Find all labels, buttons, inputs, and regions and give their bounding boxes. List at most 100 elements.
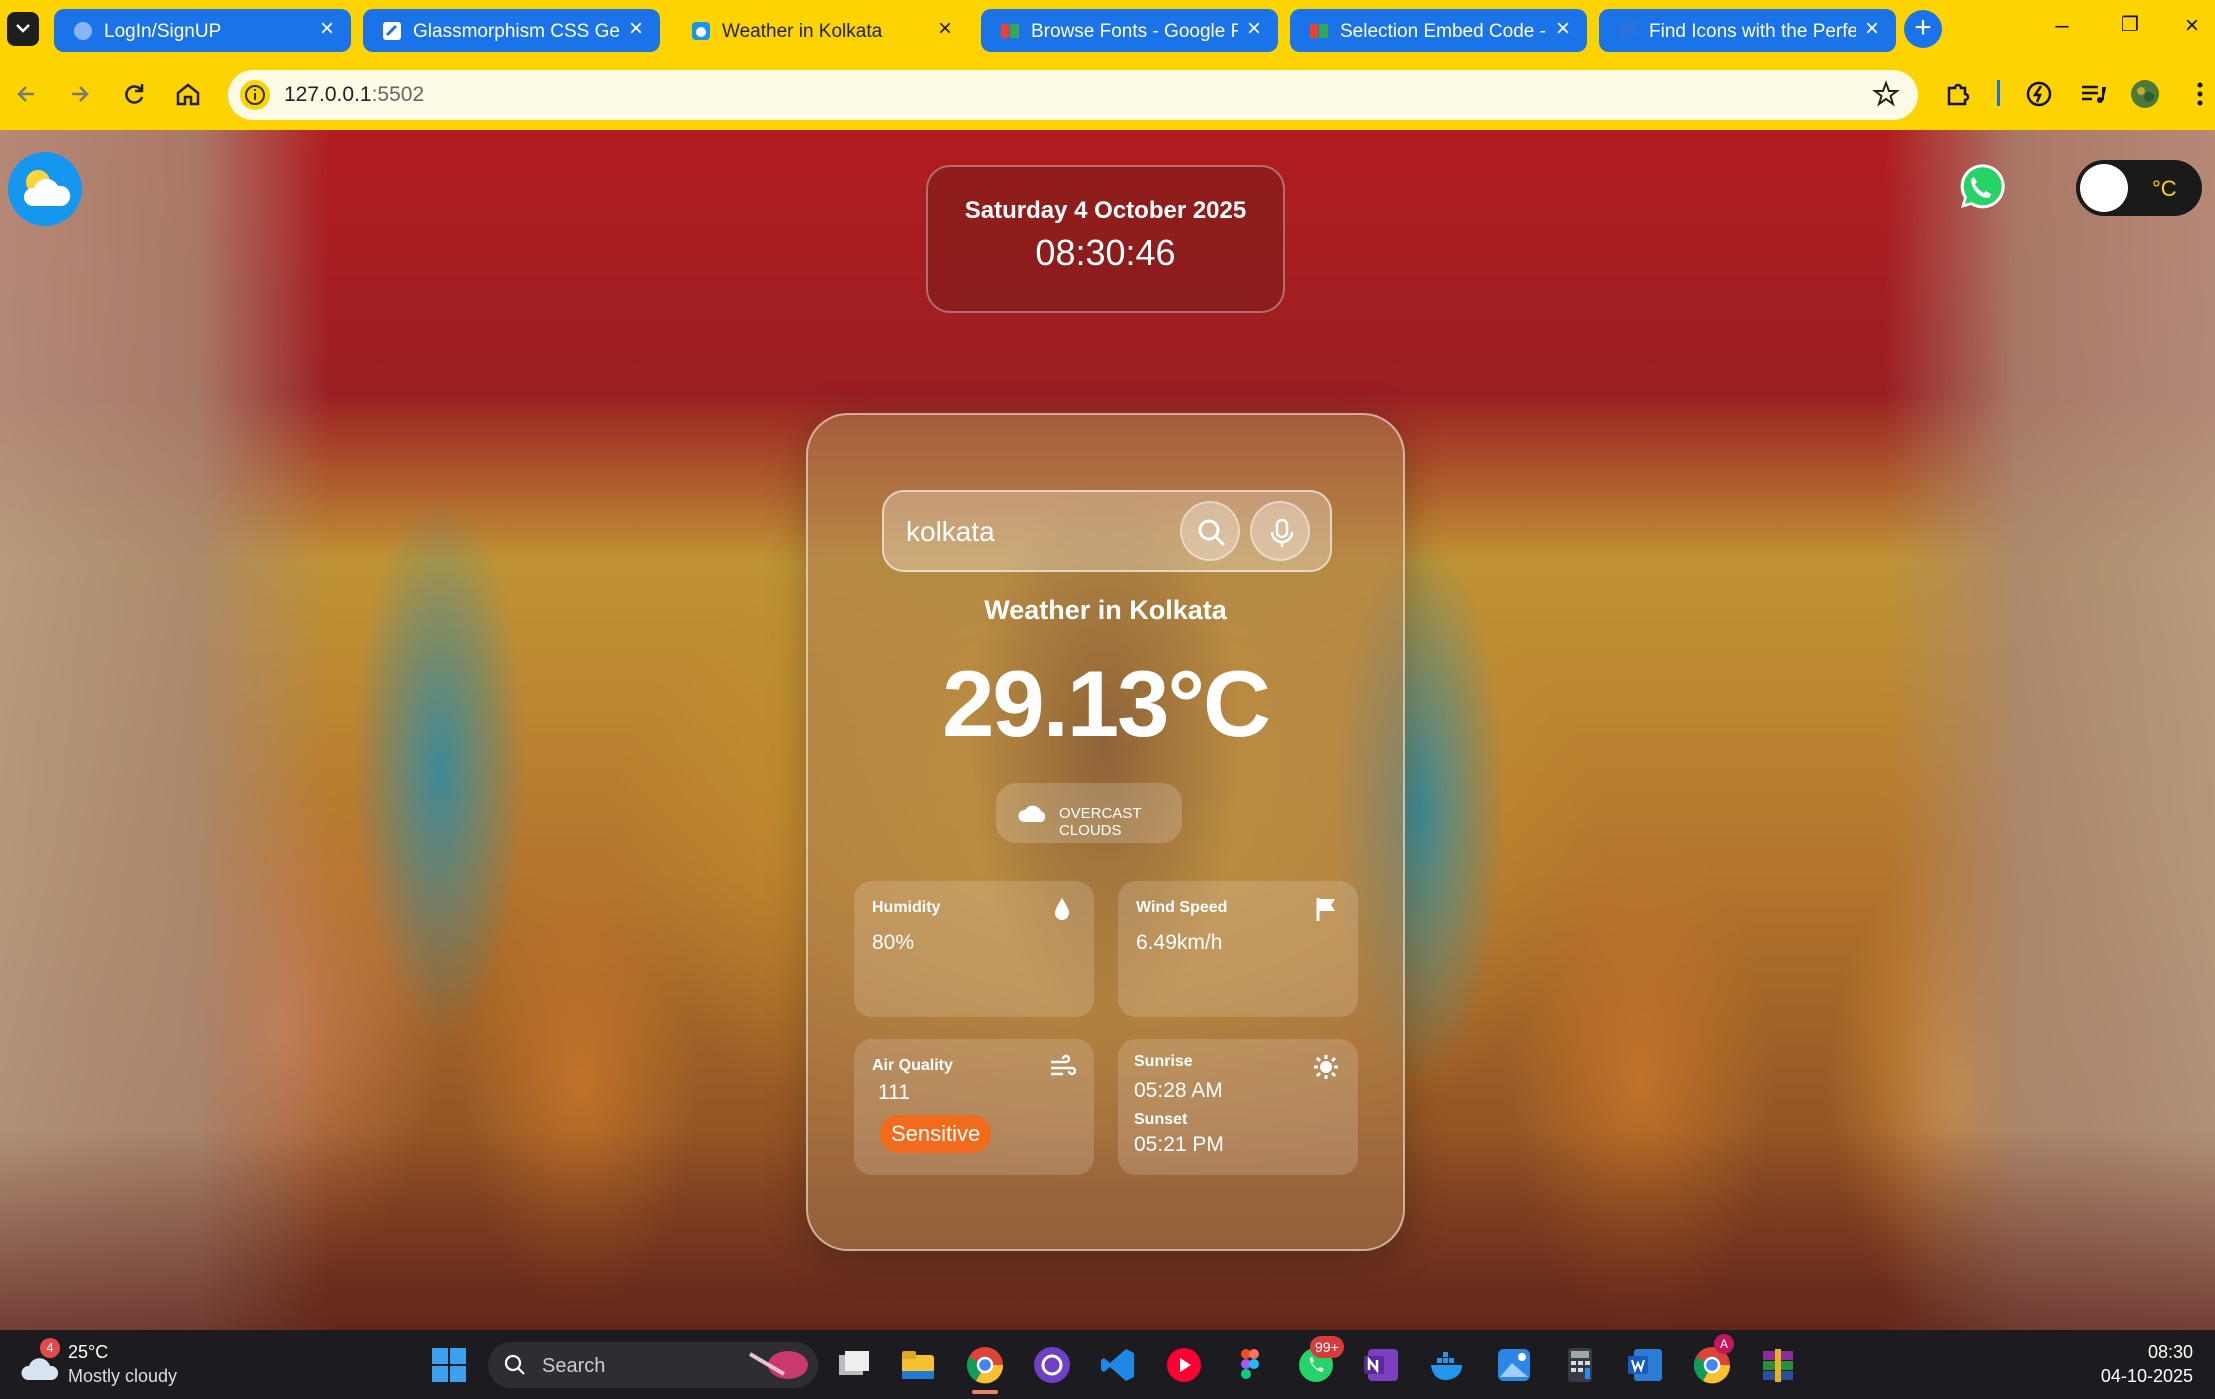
url-host: 127.0.0.1 [284,83,372,106]
onenote-icon[interactable] [1362,1345,1402,1385]
tab-embed-code[interactable]: Selection Embed Code - Google Fonts × [1290,9,1587,52]
new-tab-button[interactable]: + [1904,10,1942,48]
temperature-value: 29.13°C [942,651,1271,756]
forward-arrow-icon[interactable] [62,76,98,112]
search-icon [1198,519,1226,547]
back-arrow-icon[interactable] [10,76,46,112]
globe-icon [74,22,92,40]
windows-taskbar: 4 25°C Mostly cloudy Search 99+ A 08:30 … [0,1330,2215,1399]
close-icon[interactable]: × [626,17,646,41]
tab-find-icons[interactable]: Find Icons with the Perfect Look × [1599,9,1896,52]
voice-search-button[interactable] [1250,501,1310,561]
sun-icon [1314,1055,1338,1079]
profile-avatar[interactable] [2130,79,2160,109]
close-icon[interactable]: × [1553,17,1573,41]
sunset-value: 05:21 PM [1134,1133,1224,1156]
weather-notification-badge: 4 [40,1338,60,1358]
humidity-value: 80% [872,931,915,954]
chevron-down-icon [16,24,30,33]
tab-search-button[interactable] [7,12,39,46]
tab-glassmorphism[interactable]: Glassmorphism CSS Generator × [363,9,660,52]
close-icon[interactable]: × [317,17,337,41]
vscode-icon[interactable] [1098,1345,1138,1385]
close-window-button[interactable]: × [2172,12,2212,44]
tab-browse-fonts[interactable]: Browse Fonts - Google Fonts × [981,9,1278,52]
weather-page: Saturday 4 October 2025 08:30:46 °C Weat… [0,130,2215,1330]
whatsapp-icon[interactable] [1951,160,2007,216]
home-icon[interactable] [170,76,206,112]
close-icon[interactable]: × [935,17,955,41]
windows-start-icon[interactable] [430,1346,468,1384]
app-logo [8,152,82,226]
active-app-indicator [972,1390,998,1394]
weather-icon [692,22,710,40]
photos-icon[interactable] [1494,1345,1534,1385]
search-icon [504,1354,525,1375]
performance-icon[interactable] [2024,79,2054,109]
word-icon[interactable] [1626,1345,1666,1385]
github-desktop-icon[interactable] [1032,1345,1072,1385]
condition-badge: OVERCAST CLOUDS [996,783,1182,843]
close-icon[interactable]: × [1244,17,1264,41]
site-info-icon[interactable] [240,80,270,110]
sunrise-value: 05:28 AM [1134,1079,1223,1102]
chrome-icon[interactable] [965,1345,1005,1385]
city-search-input[interactable] [906,512,1176,552]
docker-icon[interactable] [1428,1345,1468,1385]
toolbar-divider [1997,80,2000,106]
condition-text: OVERCAST CLOUDS [1059,805,1142,839]
figma-icon[interactable] [1230,1345,1270,1385]
file-explorer-icon[interactable] [898,1345,938,1385]
restore-button[interactable]: ❐ [2110,12,2150,44]
search-button[interactable] [1180,501,1240,561]
taskbar-search[interactable]: Search [488,1342,818,1388]
humidity-label: Humidity [872,899,941,916]
microphone-icon [1270,518,1294,547]
system-clock[interactable]: 08:30 04-10-2025 [2101,1340,2193,1388]
reload-icon[interactable] [116,76,152,112]
date-time-panel: Saturday 4 October 2025 08:30:46 [926,165,1285,313]
clock-time: 08:30 [2147,1342,2193,1362]
tab-title: Weather in Kolkata [722,21,883,42]
search-highlight-icon [748,1351,808,1379]
media-controls-icon[interactable] [2078,79,2108,109]
address-bar[interactable]: 127.0.0.1:5502 [228,70,1918,120]
winrar-icon[interactable] [1758,1345,1798,1385]
more-menu-icon[interactable] [2190,79,2210,109]
close-icon[interactable]: × [1862,17,1882,41]
youtube-music-icon[interactable] [1164,1345,1204,1385]
wind-speed-value: 6.49km/h [1136,931,1223,954]
google-fonts-icon [1001,24,1019,38]
toggle-knob [2080,164,2128,212]
calculator-icon[interactable] [1560,1345,1600,1385]
extensions-icon[interactable] [1943,79,1973,109]
tab-title: Glassmorphism CSS Generator [413,21,620,42]
wind-speed-label: Wind Speed [1136,899,1228,916]
wind-speed-tile: Wind Speed 6.49km/h [1118,881,1358,1017]
url-port: :5502 [371,83,425,106]
bookmark-star-icon[interactable] [1872,80,1900,108]
minimize-button[interactable]: – [2042,12,2082,44]
task-view-icon[interactable] [833,1345,873,1385]
tab-title: Selection Embed Code - Google Fonts [1340,21,1547,42]
city-title: Weather in Kolkata [984,595,1227,625]
unit-toggle[interactable]: °C [2076,160,2202,216]
clock-date: 04-10-2025 [2100,1366,2193,1386]
search-bar [882,490,1332,572]
url-text[interactable]: 127.0.0.1:5502 [284,83,424,107]
google-fonts-icon [1310,24,1328,38]
taskbar-temperature: 25°C [68,1342,109,1362]
chrome-profile-badge: A [1714,1334,1734,1354]
humidity-tile: Humidity 80% [854,881,1094,1017]
tab-login[interactable]: LogIn/SignUP × [54,9,351,52]
tab-weather[interactable]: Weather in Kolkata × [672,9,969,52]
sunset-label: Sunset [1134,1111,1188,1128]
current-date: Saturday 4 October 2025 [964,197,1247,224]
browser-toolbar: 127.0.0.1:5502 [0,58,2215,130]
tab-title: Find Icons with the Perfect Look [1649,21,1856,42]
glass-icon [383,22,401,40]
tab-title: Browse Fonts - Google Fonts [1031,21,1238,42]
tab-strip: LogIn/SignUP × Glassmorphism CSS Generat… [0,0,2215,58]
wind-icon [1051,1054,1076,1076]
sunrise-label: Sunrise [1134,1053,1193,1070]
